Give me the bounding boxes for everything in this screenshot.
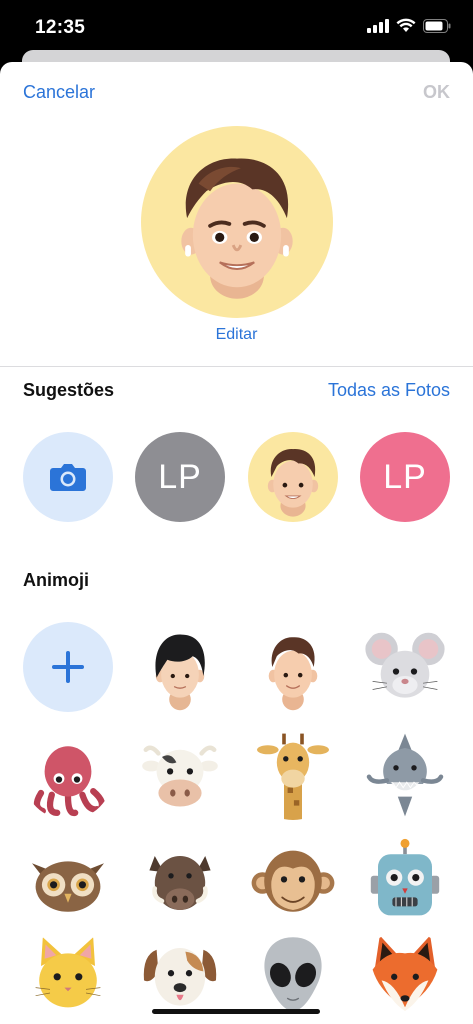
camera-button[interactable] — [23, 432, 113, 522]
animoji-memoji-boy[interactable] — [248, 622, 338, 712]
cellular-signal-icon — [367, 18, 389, 33]
monogram-text: LP — [383, 457, 427, 496]
memoji-suggestion-button[interactable] — [248, 432, 338, 522]
shark-icon — [366, 733, 444, 817]
memoji-boy-icon — [181, 158, 293, 299]
fox-icon — [372, 935, 438, 1011]
animoji-fox[interactable] — [360, 930, 450, 1020]
status-time: 12:35 — [35, 17, 86, 38]
battery-icon — [423, 18, 451, 33]
monogram-gray-button[interactable]: LP — [135, 432, 225, 522]
add-memoji-button[interactable] — [23, 622, 113, 712]
avatar-preview[interactable] — [141, 126, 333, 318]
animoji-cat[interactable] — [23, 930, 113, 1020]
add-icon — [52, 651, 84, 683]
boar-icon — [149, 856, 211, 910]
cow-icon — [142, 745, 218, 807]
giraffe-icon — [257, 733, 329, 820]
cat-icon — [35, 937, 101, 1008]
divider — [0, 366, 473, 367]
monogram-pink-button[interactable]: LP — [360, 432, 450, 522]
ok-button[interactable]: OK — [423, 82, 450, 103]
animoji-boar[interactable] — [135, 838, 225, 928]
animoji-dog[interactable] — [135, 930, 225, 1020]
animoji-shark[interactable] — [360, 730, 450, 820]
memoji-boy-icon — [268, 637, 318, 711]
animoji-memoji-black-hair[interactable] — [135, 622, 225, 712]
home-indicator[interactable] — [152, 1009, 320, 1014]
owl-icon — [32, 861, 104, 912]
octopus-icon — [33, 746, 106, 817]
memoji-boy-icon — [267, 449, 319, 517]
contact-photo-sheet: Cancelar OK Editar Sugestões Todas as Fo… — [0, 62, 473, 1024]
animoji-mouse[interactable] — [360, 622, 450, 712]
camera-icon — [50, 464, 86, 491]
status-bar: 12:35 — [0, 0, 473, 56]
robot-icon — [370, 838, 440, 916]
monkey-icon — [251, 850, 335, 912]
status-icons — [367, 18, 451, 33]
all-photos-button[interactable]: Todas as Fotos — [328, 380, 450, 401]
memoji-black-hair-icon — [155, 634, 205, 711]
edit-button[interactable]: Editar — [0, 326, 473, 344]
mouse-icon — [365, 632, 445, 698]
animoji-monkey[interactable] — [248, 838, 338, 928]
animoji-alien[interactable] — [248, 930, 338, 1020]
alien-icon — [264, 937, 322, 1011]
monogram-text: LP — [158, 457, 202, 496]
animoji-owl[interactable] — [23, 838, 113, 928]
animoji-robot[interactable] — [360, 838, 450, 928]
cancel-button[interactable]: Cancelar — [23, 82, 95, 103]
animoji-octopus[interactable] — [23, 730, 113, 820]
suggestions-title: Sugestões — [23, 380, 115, 400]
animoji-giraffe[interactable] — [248, 730, 338, 820]
dog-icon — [143, 948, 217, 1006]
animoji-title: Animoji — [23, 570, 89, 590]
animoji-cow[interactable] — [135, 730, 225, 820]
wifi-icon — [396, 18, 416, 32]
